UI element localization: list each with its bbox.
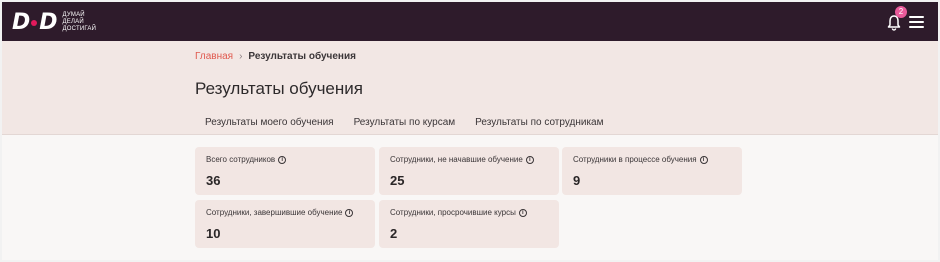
stat-value: 9 <box>573 173 581 188</box>
notification-badge: 2 <box>895 6 907 18</box>
stat-label-text: Сотрудники в процессе обучения <box>573 155 697 164</box>
breadcrumb-current: Результаты обучения <box>248 51 356 62</box>
top-bar: DD ДУМАЙ ДЕЛАЙ ДОСТИГАЙ 2 <box>2 2 938 41</box>
stat-label-text: Сотрудники, просрочившие курсы <box>390 208 516 217</box>
stat-label: Сотрудники, завершившие обучение i <box>206 208 354 217</box>
stat-card-not-started: Сотрудники, не начавшие обучение i 25 <box>379 147 559 195</box>
stat-value: 25 <box>390 173 405 188</box>
stat-value: 2 <box>390 226 398 241</box>
hamburger-icon[interactable] <box>909 16 924 28</box>
stat-label: Всего сотрудников i <box>206 155 287 164</box>
logo-tagline: ДУМАЙ ДЕЛАЙ ДОСТИГАЙ <box>63 12 97 33</box>
page-title: Результаты обучения <box>195 79 363 98</box>
logo[interactable]: DD ДУМАЙ ДЕЛАЙ ДОСТИГАЙ <box>12 9 96 35</box>
info-icon[interactable]: i <box>518 208 527 217</box>
info-icon[interactable]: i <box>345 208 354 217</box>
stat-card-in-progress: Сотрудники в процессе обучения i 9 <box>562 147 742 195</box>
logo-mark: DD <box>12 9 58 35</box>
tagline-line-1: ДУМАЙ <box>62 11 85 18</box>
results-tabs: Результаты моего обучения Результаты по … <box>195 117 614 135</box>
info-icon[interactable]: i <box>699 155 708 164</box>
stat-label: Сотрудники, просрочившие курсы i <box>390 208 527 217</box>
header-divider <box>2 134 938 135</box>
info-icon[interactable]: i <box>525 155 534 164</box>
stat-value: 10 <box>206 226 221 241</box>
breadcrumb-home-link[interactable]: Главная <box>195 51 233 62</box>
breadcrumb: Главная › Результаты обучения <box>195 51 356 62</box>
logo-dot <box>31 20 38 26</box>
stat-label: Сотрудники, не начавшие обучение i <box>390 155 534 164</box>
stat-label-text: Сотрудники, завершившие обучение <box>206 208 343 217</box>
stat-label: Сотрудники в процессе обучения i <box>573 155 708 164</box>
stat-value: 36 <box>206 173 221 188</box>
info-icon[interactable]: i <box>278 155 287 164</box>
breadcrumb-separator: › <box>239 51 243 62</box>
stat-card-completed: Сотрудники, завершившие обучение i 10 <box>195 200 375 248</box>
tagline-line-2: ДЕЛАЙ <box>62 18 84 25</box>
stat-card-overdue: Сотрудники, просрочившие курсы i 2 <box>379 200 559 248</box>
tab-employee-results[interactable]: Результаты по сотрудникам <box>465 117 614 135</box>
stat-label-text: Сотрудники, не начавшие обучение <box>390 155 523 164</box>
tagline-line-3: ДОСТИГАЙ <box>62 25 97 32</box>
page-header: Главная › Результаты обучения Результаты… <box>2 41 938 135</box>
tab-my-results[interactable]: Результаты моего обучения <box>195 117 344 135</box>
stat-card-total: Всего сотрудников i 36 <box>195 147 375 195</box>
app-frame: DD ДУМАЙ ДЕЛАЙ ДОСТИГАЙ 2 Главная › Резу… <box>2 2 938 260</box>
stat-label-text: Всего сотрудников <box>206 155 276 164</box>
tab-course-results[interactable]: Результаты по курсам <box>344 117 466 135</box>
